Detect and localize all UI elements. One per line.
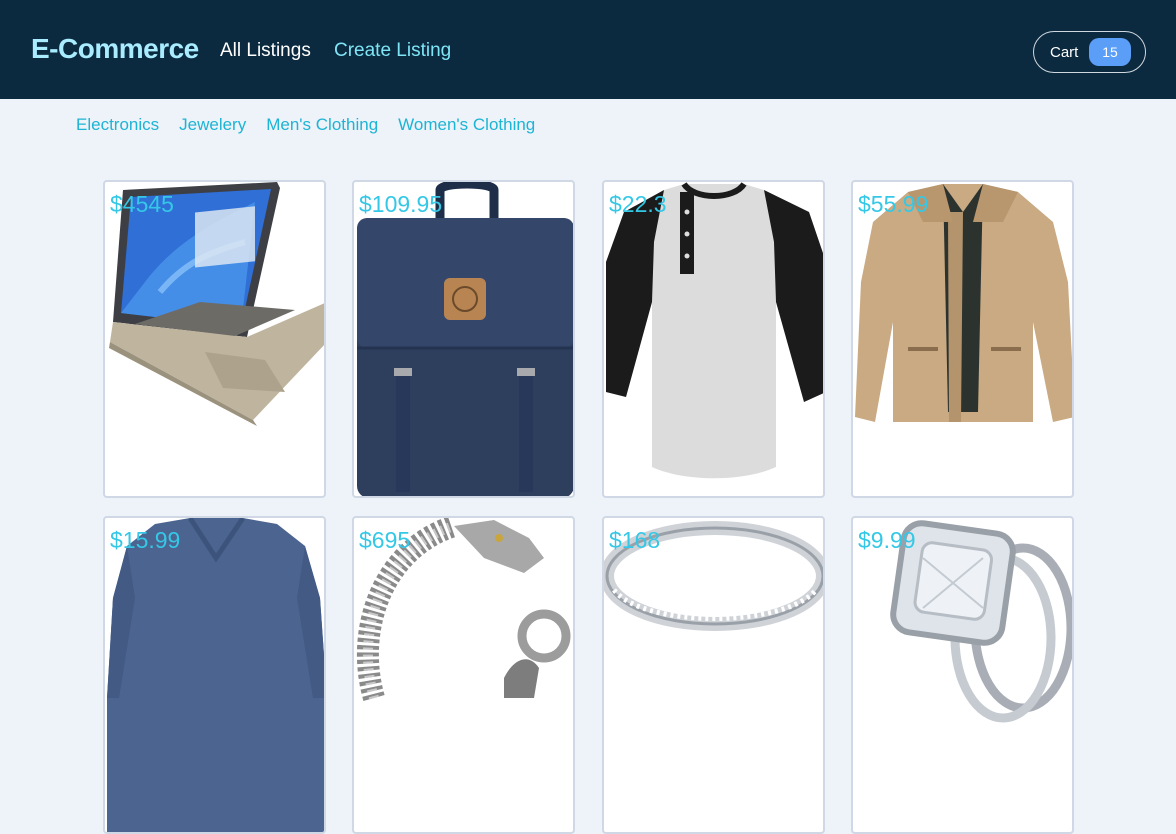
category-mens-clothing[interactable]: Men's Clothing	[266, 115, 378, 139]
brand-logo[interactable]: E-Commerce	[31, 33, 199, 65]
henley-shirt-image	[606, 182, 823, 479]
product-price: $55.99	[858, 191, 929, 217]
category-womens-clothing[interactable]: Women's Clothing	[398, 115, 535, 139]
product-card[interactable]: $9.99	[851, 516, 1074, 834]
nav-all-listings[interactable]: All Listings	[220, 40, 311, 62]
product-card[interactable]: $15.99	[103, 516, 326, 834]
product-price: $109.95	[359, 191, 443, 217]
khaki-jacket-image	[855, 184, 1072, 422]
product-card[interactable]: $168	[602, 516, 825, 834]
blue-shirt-image	[107, 518, 324, 832]
product-price: $4545	[110, 191, 174, 217]
cart-label: Cart	[1050, 44, 1079, 61]
category-bar: Electronics Jewelery Men's Clothing Wome…	[76, 115, 535, 139]
product-card[interactable]: $22.3	[602, 180, 825, 498]
category-electronics[interactable]: Electronics	[76, 115, 159, 139]
backpack-image	[357, 182, 573, 496]
product-price: $9.99	[858, 527, 916, 553]
navbar: E-Commerce All Listings Create Listing C…	[0, 0, 1176, 99]
product-card[interactable]: $695	[352, 516, 575, 834]
product-card[interactable]: $55.99	[851, 180, 1074, 498]
cart-count-badge: 15	[1089, 38, 1131, 66]
product-price: $695	[359, 527, 411, 553]
product-price: $22.3	[609, 191, 667, 217]
cart-button[interactable]: Cart 15	[1033, 31, 1146, 73]
product-card[interactable]: $109.95	[352, 180, 575, 498]
product-price: $15.99	[110, 527, 181, 553]
product-price: $168	[609, 527, 661, 553]
laptop-image	[109, 182, 324, 426]
category-jewelery[interactable]: Jewelery	[179, 115, 246, 139]
silver-ring-image	[604, 521, 823, 631]
dragon-bracelet-image	[356, 518, 571, 702]
diamond-ring-image	[890, 520, 1072, 723]
product-card[interactable]: $4545	[103, 180, 326, 498]
nav-create-listing[interactable]: Create Listing	[334, 40, 451, 62]
